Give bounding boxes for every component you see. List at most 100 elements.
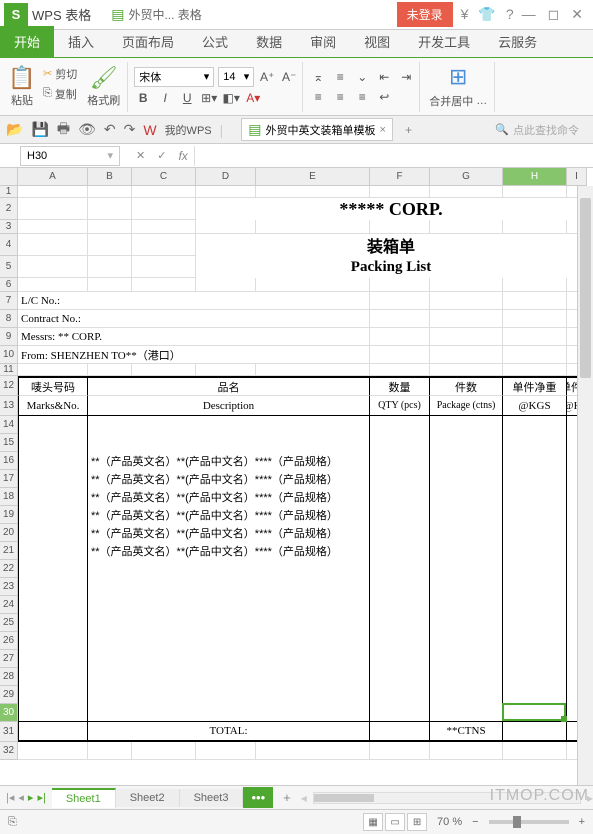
cell-content[interactable]: **CTNS (430, 722, 503, 742)
view-page-icon[interactable]: ▭ (385, 813, 405, 831)
cell-content[interactable]: 数量 (370, 376, 430, 396)
row-header[interactable]: 14 (0, 416, 18, 434)
cell-content[interactable] (503, 614, 567, 632)
cell-content[interactable] (88, 614, 370, 632)
row-header[interactable]: 30 (0, 704, 18, 722)
row-header[interactable]: 10 (0, 346, 18, 364)
cell-content[interactable] (18, 650, 88, 668)
cell[interactable] (196, 742, 256, 760)
increase-font-icon[interactable]: A⁺ (258, 68, 276, 86)
cell[interactable] (196, 278, 256, 292)
cell-content[interactable] (370, 686, 430, 704)
fill-button[interactable]: ◧▾ (222, 89, 240, 107)
cell[interactable] (430, 364, 503, 376)
border-button[interactable]: ⊞▾ (200, 89, 218, 107)
cell[interactable] (256, 186, 370, 198)
cell-content[interactable]: Description (88, 396, 370, 416)
col-header[interactable]: I (567, 168, 587, 186)
cell-content[interactable] (430, 434, 503, 452)
font-select[interactable]: 宋体▾ (134, 67, 214, 87)
cell[interactable] (503, 310, 567, 328)
align-left-icon[interactable]: ≡ (309, 88, 327, 106)
tab-view[interactable]: 视图 (350, 26, 404, 57)
cell-content[interactable] (503, 416, 567, 434)
cell[interactable] (370, 292, 430, 310)
open-icon[interactable]: 📂 (6, 121, 23, 138)
close-icon[interactable]: ✕ (571, 6, 583, 23)
cell-content[interactable]: 装箱单 (196, 234, 587, 256)
cell-content[interactable]: QTY (pcs) (370, 396, 430, 416)
cell[interactable] (370, 742, 430, 760)
cell-content[interactable] (88, 434, 370, 452)
row-header[interactable]: 22 (0, 560, 18, 578)
cell-content[interactable] (88, 632, 370, 650)
format-painter-button[interactable]: 格式刷 (84, 91, 123, 109)
cell[interactable] (18, 234, 88, 256)
sheet-next-icon[interactable]: ▸ (28, 791, 34, 804)
cell-content[interactable] (370, 452, 430, 470)
copy-button[interactable]: ⎘复制 (40, 85, 80, 103)
col-header[interactable]: H (503, 168, 567, 186)
cell-content[interactable] (88, 578, 370, 596)
redo-icon[interactable]: ↷ (124, 121, 136, 138)
cell-content[interactable]: Marks&No. (18, 396, 88, 416)
cell-content[interactable] (370, 542, 430, 560)
cell-content[interactable] (430, 452, 503, 470)
cell-content[interactable] (503, 488, 567, 506)
cell[interactable] (503, 186, 567, 198)
indent-inc-icon[interactable]: ⇥ (397, 68, 415, 86)
col-header[interactable]: B (88, 168, 132, 186)
cell[interactable] (132, 742, 196, 760)
cell-content[interactable] (503, 632, 567, 650)
align-mid-icon[interactable]: ≡ (331, 68, 349, 86)
cell-content[interactable] (430, 650, 503, 668)
cell-content[interactable] (18, 506, 88, 524)
cell-content[interactable] (430, 614, 503, 632)
indent-dec-icon[interactable]: ⇤ (375, 68, 393, 86)
cell[interactable] (370, 364, 430, 376)
cell-content[interactable] (430, 506, 503, 524)
col-header[interactable]: C (132, 168, 196, 186)
cell-content[interactable] (430, 488, 503, 506)
minimize-icon[interactable]: — (522, 6, 536, 23)
name-box[interactable]: H30▾ (20, 146, 120, 166)
vertical-scrollbar[interactable] (577, 186, 593, 785)
cell-content[interactable] (18, 578, 88, 596)
cell-content[interactable] (18, 704, 587, 722)
row-header[interactable]: 11 (0, 364, 18, 376)
undo-icon[interactable]: ↶ (104, 121, 116, 138)
cell[interactable] (503, 742, 567, 760)
cell-content[interactable]: **（产品英文名）**(产品中文名）****（产品规格） (88, 452, 370, 470)
cell-content[interactable] (430, 632, 503, 650)
col-header[interactable]: D (196, 168, 256, 186)
search-hint[interactable]: 🔍 点此查找命令 (495, 122, 579, 138)
cell[interactable] (196, 364, 256, 376)
cell[interactable] (196, 220, 256, 234)
paste-icon[interactable]: 📋 (8, 65, 35, 91)
underline-button[interactable]: U (178, 89, 196, 107)
cell-content[interactable] (503, 506, 567, 524)
row-header[interactable]: 9 (0, 328, 18, 346)
row-header[interactable]: 32 (0, 742, 18, 760)
cell[interactable] (18, 742, 88, 760)
tab-pagelayout[interactable]: 页面布局 (108, 26, 188, 57)
cell-content[interactable] (88, 668, 370, 686)
cell-content[interactable] (18, 470, 88, 488)
cell[interactable] (503, 346, 567, 364)
align-top-icon[interactable]: ⌅ (309, 68, 327, 86)
cell[interactable] (503, 328, 567, 346)
wrap-icon[interactable]: ↩ (375, 88, 393, 106)
row-header[interactable]: 31 (0, 722, 18, 742)
cell-content[interactable]: 单件净重 (503, 376, 567, 396)
cell[interactable] (430, 310, 503, 328)
decrease-font-icon[interactable]: A⁻ (280, 68, 298, 86)
cell-content[interactable] (18, 452, 88, 470)
row-header[interactable]: 6 (0, 278, 18, 292)
row-header[interactable]: 4 (0, 234, 18, 256)
align-right-icon[interactable]: ≡ (353, 88, 371, 106)
cell[interactable] (370, 220, 430, 234)
cell-content[interactable] (88, 560, 370, 578)
align-center-icon[interactable]: ≡ (331, 88, 349, 106)
add-tab-icon[interactable]: + (405, 123, 412, 137)
zoom-in-icon[interactable]: + (579, 816, 585, 828)
